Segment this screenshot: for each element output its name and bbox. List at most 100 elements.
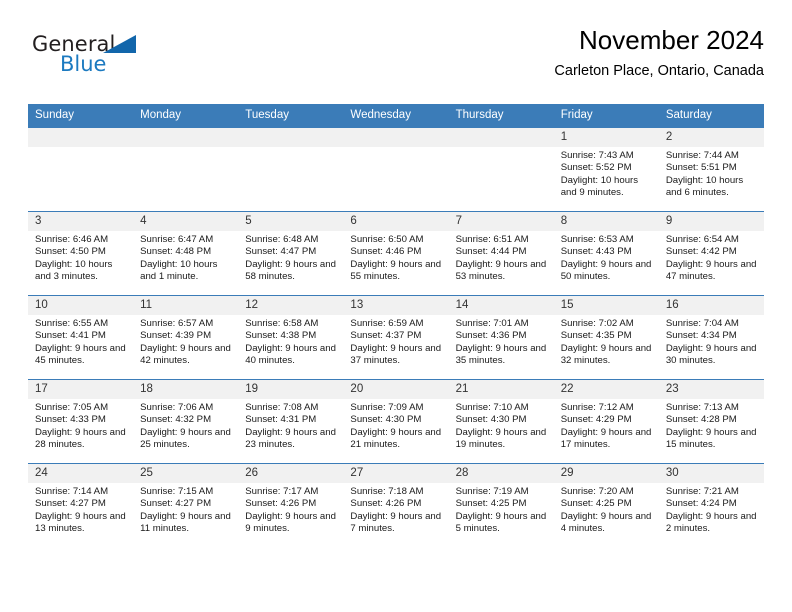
calendar-day-cell[interactable]: 6 Sunrise: 6:50 AM Sunset: 4:46 PM Daylight… bbox=[343, 211, 449, 296]
calendar-day-cell[interactable]: 11 Sunrise: 6:57 AM Sunset: 4:39 PM Dayligh… bbox=[133, 295, 239, 380]
day-number: 9 bbox=[658, 212, 764, 231]
calendar-day-cell[interactable]: 23 Sunrise: 7:13 AM Sunset: 4:28 PM Dayligh… bbox=[658, 379, 764, 464]
sun-info: Sunrise: 7:09 AM Sunset: 4:30 PM Daylight:… bbox=[343, 399, 448, 451]
day-number: 1 bbox=[553, 128, 659, 147]
day-number: 14 bbox=[448, 296, 554, 315]
sunrise-text: Sunrise: 7:15 AM bbox=[140, 486, 214, 497]
daylight-text: Daylight: 10 hours and 9 minutes. bbox=[560, 174, 639, 198]
calendar-cell-inner: 1 Sunrise: 7:43 AM Sunset: 5:52 PM Daylight… bbox=[553, 128, 659, 211]
daylight-text: Daylight: 10 hours and 1 minute. bbox=[140, 258, 218, 282]
sunset-text: Sunset: 4:24 PM bbox=[665, 498, 737, 510]
day-number: 6 bbox=[343, 212, 449, 231]
day-number: 7 bbox=[448, 212, 554, 231]
sunset-text: Sunset: 4:26 PM bbox=[245, 498, 317, 510]
calendar-cell-inner: 7 Sunrise: 6:51 AM Sunset: 4:44 PM Daylight… bbox=[448, 212, 554, 295]
calendar-day-cell[interactable]: 20 Sunrise: 7:09 AM Sunset: 4:30 PM Dayligh… bbox=[343, 379, 449, 464]
sunrise-text: Sunrise: 6:59 AM bbox=[350, 318, 424, 329]
calendar-day-cell[interactable]: 25 Sunrise: 7:15 AM Sunset: 4:27 PM Dayligh… bbox=[133, 463, 239, 547]
sunset-text: Sunset: 4:30 PM bbox=[350, 414, 422, 426]
weekday-header-monday: Monday bbox=[133, 104, 239, 128]
sunrise-text: Sunrise: 7:44 AM bbox=[665, 150, 739, 161]
calendar-cell-inner bbox=[28, 128, 134, 211]
daylight-text: Daylight: 9 hours and 32 minutes. bbox=[560, 342, 652, 366]
calendar-day-cell[interactable]: 12 Sunrise: 6:58 AM Sunset: 4:38 PM Dayligh… bbox=[238, 295, 344, 380]
calendar-day-cell[interactable]: 8 Sunrise: 6:53 AM Sunset: 4:43 PM Daylight… bbox=[553, 211, 659, 296]
sunrise-text: Sunrise: 7:43 AM bbox=[560, 150, 634, 161]
calendar-cell-inner: 2 Sunrise: 7:44 AM Sunset: 5:51 PM Daylight… bbox=[658, 128, 764, 211]
calendar-cell-inner: 25 Sunrise: 7:15 AM Sunset: 4:27 PM Dayligh… bbox=[133, 464, 239, 547]
calendar-cell-inner bbox=[238, 128, 344, 211]
calendar-day-cell[interactable]: 30 Sunrise: 7:21 AM Sunset: 4:24 PM Dayligh… bbox=[658, 463, 764, 547]
sun-info: Sunrise: 7:12 AM Sunset: 4:29 PM Daylight:… bbox=[554, 399, 659, 451]
logo-text-blue: Blue bbox=[60, 52, 107, 76]
daylight-text: Daylight: 9 hours and 15 minutes. bbox=[665, 426, 757, 450]
sunset-text: Sunset: 4:50 PM bbox=[35, 246, 106, 258]
weekday-header-row: Sunday Monday Tuesday Wednesday Thursday… bbox=[28, 104, 764, 128]
calendar-day-cell[interactable]: 9 Sunrise: 6:54 AM Sunset: 4:42 PM Daylight… bbox=[658, 211, 764, 296]
calendar-cell-empty bbox=[343, 127, 449, 212]
calendar-day-cell[interactable]: 7 Sunrise: 6:51 AM Sunset: 4:44 PM Daylight… bbox=[448, 211, 554, 296]
calendar-day-cell[interactable]: 17 Sunrise: 7:05 AM Sunset: 4:33 PM Dayligh… bbox=[28, 379, 134, 464]
sun-info: Sunrise: 7:08 AM Sunset: 4:31 PM Daylight:… bbox=[238, 399, 343, 451]
calendar-day-cell[interactable]: 14 Sunrise: 7:01 AM Sunset: 4:36 PM Dayligh… bbox=[448, 295, 554, 380]
day-number bbox=[28, 128, 134, 147]
sunrise-text: Sunrise: 7:20 AM bbox=[560, 486, 634, 497]
calendar-cell-inner: 11 Sunrise: 6:57 AM Sunset: 4:39 PM Dayligh… bbox=[133, 296, 239, 379]
sunrise-text: Sunrise: 6:58 AM bbox=[245, 318, 319, 329]
calendar-day-cell[interactable]: 3 Sunrise: 6:46 AM Sunset: 4:50 PM Daylight… bbox=[28, 211, 134, 296]
daylight-text: Daylight: 9 hours and 4 minutes. bbox=[560, 510, 652, 534]
daylight-text: Daylight: 9 hours and 53 minutes. bbox=[455, 258, 547, 282]
calendar-day-cell[interactable]: 21 Sunrise: 7:10 AM Sunset: 4:30 PM Dayligh… bbox=[448, 379, 554, 464]
calendar-cell-inner: 16 Sunrise: 7:04 AM Sunset: 4:34 PM Dayligh… bbox=[658, 296, 764, 379]
calendar-day-cell[interactable]: 18 Sunrise: 7:06 AM Sunset: 4:32 PM Dayligh… bbox=[133, 379, 239, 464]
calendar-week-row: 17 Sunrise: 7:05 AM Sunset: 4:33 PM Dayligh… bbox=[28, 379, 764, 464]
day-number: 27 bbox=[343, 464, 449, 483]
calendar-day-cell[interactable]: 15 Sunrise: 7:02 AM Sunset: 4:35 PM Dayligh… bbox=[553, 295, 659, 380]
day-number: 5 bbox=[238, 212, 344, 231]
day-number: 24 bbox=[28, 464, 134, 483]
calendar-cell-inner: 28 Sunrise: 7:19 AM Sunset: 4:25 PM Dayligh… bbox=[448, 464, 554, 547]
calendar-cell-inner: 14 Sunrise: 7:01 AM Sunset: 4:36 PM Dayligh… bbox=[448, 296, 554, 379]
day-number bbox=[133, 128, 239, 147]
weekday-header-thursday: Thursday bbox=[448, 104, 554, 128]
sun-info: Sunrise: 7:14 AM Sunset: 4:27 PM Daylight:… bbox=[28, 483, 133, 535]
weekday-header-wednesday: Wednesday bbox=[343, 104, 449, 128]
calendar-day-cell[interactable]: 26 Sunrise: 7:17 AM Sunset: 4:26 PM Dayligh… bbox=[238, 463, 344, 547]
daylight-text: Daylight: 9 hours and 7 minutes. bbox=[350, 510, 442, 534]
sunset-text: Sunset: 4:38 PM bbox=[245, 330, 317, 342]
calendar-cell-inner: 15 Sunrise: 7:02 AM Sunset: 4:35 PM Dayligh… bbox=[553, 296, 659, 379]
day-number: 17 bbox=[28, 380, 134, 399]
calendar-day-cell[interactable]: 5 Sunrise: 6:48 AM Sunset: 4:47 PM Daylight… bbox=[238, 211, 344, 296]
sunrise-text: Sunrise: 6:47 AM bbox=[140, 234, 214, 245]
daylight-text: Daylight: 9 hours and 50 minutes. bbox=[560, 258, 652, 282]
calendar-cell-empty bbox=[448, 127, 554, 212]
calendar-day-cell[interactable]: 4 Sunrise: 6:47 AM Sunset: 4:48 PM Daylight… bbox=[133, 211, 239, 296]
calendar-day-cell[interactable]: 28 Sunrise: 7:19 AM Sunset: 4:25 PM Dayligh… bbox=[448, 463, 554, 547]
calendar-day-cell[interactable]: 16 Sunrise: 7:04 AM Sunset: 4:34 PM Dayligh… bbox=[658, 295, 764, 380]
calendar-day-cell[interactable]: 24 Sunrise: 7:14 AM Sunset: 4:27 PM Dayligh… bbox=[28, 463, 134, 547]
calendar-day-cell[interactable]: 10 Sunrise: 6:55 AM Sunset: 4:41 PM Dayligh… bbox=[28, 295, 134, 380]
daylight-text: Daylight: 9 hours and 5 minutes. bbox=[455, 510, 547, 534]
calendar-day-cell[interactable]: 29 Sunrise: 7:20 AM Sunset: 4:25 PM Dayligh… bbox=[553, 463, 659, 547]
sunset-text: Sunset: 4:29 PM bbox=[560, 414, 632, 426]
calendar-day-cell[interactable]: 13 Sunrise: 6:59 AM Sunset: 4:37 PM Dayligh… bbox=[343, 295, 449, 380]
sun-info: Sunrise: 7:17 AM Sunset: 4:26 PM Daylight:… bbox=[238, 483, 343, 535]
calendar-cell-inner: 29 Sunrise: 7:20 AM Sunset: 4:25 PM Dayligh… bbox=[553, 464, 659, 547]
sun-info: Sunrise: 7:21 AM Sunset: 4:24 PM Daylight:… bbox=[659, 483, 764, 535]
calendar-day-cell[interactable]: 1 Sunrise: 7:43 AM Sunset: 5:52 PM Daylight… bbox=[553, 127, 659, 212]
calendar-page: General Blue November 2024 Carleton Plac… bbox=[0, 0, 792, 612]
sun-info: Sunrise: 6:48 AM Sunset: 4:47 PM Daylight:… bbox=[238, 231, 343, 283]
calendar-day-cell[interactable]: 2 Sunrise: 7:44 AM Sunset: 5:51 PM Daylight… bbox=[658, 127, 764, 212]
day-number: 15 bbox=[553, 296, 659, 315]
sunset-text: Sunset: 4:30 PM bbox=[455, 414, 527, 426]
sunset-text: Sunset: 5:51 PM bbox=[665, 162, 737, 174]
day-number: 3 bbox=[28, 212, 134, 231]
calendar-cell-inner: 22 Sunrise: 7:12 AM Sunset: 4:29 PM Dayligh… bbox=[553, 380, 659, 463]
calendar-day-cell[interactable]: 22 Sunrise: 7:12 AM Sunset: 4:29 PM Dayligh… bbox=[553, 379, 659, 464]
calendar-day-cell[interactable]: 19 Sunrise: 7:08 AM Sunset: 4:31 PM Dayligh… bbox=[238, 379, 344, 464]
general-blue-logo[interactable]: General Blue bbox=[28, 32, 228, 84]
calendar-cell-inner bbox=[448, 128, 554, 211]
calendar-cell-inner: 13 Sunrise: 6:59 AM Sunset: 4:37 PM Dayligh… bbox=[343, 296, 449, 379]
sun-info: Sunrise: 7:02 AM Sunset: 4:35 PM Daylight:… bbox=[554, 315, 659, 367]
calendar-day-cell[interactable]: 27 Sunrise: 7:18 AM Sunset: 4:26 PM Dayligh… bbox=[343, 463, 449, 547]
